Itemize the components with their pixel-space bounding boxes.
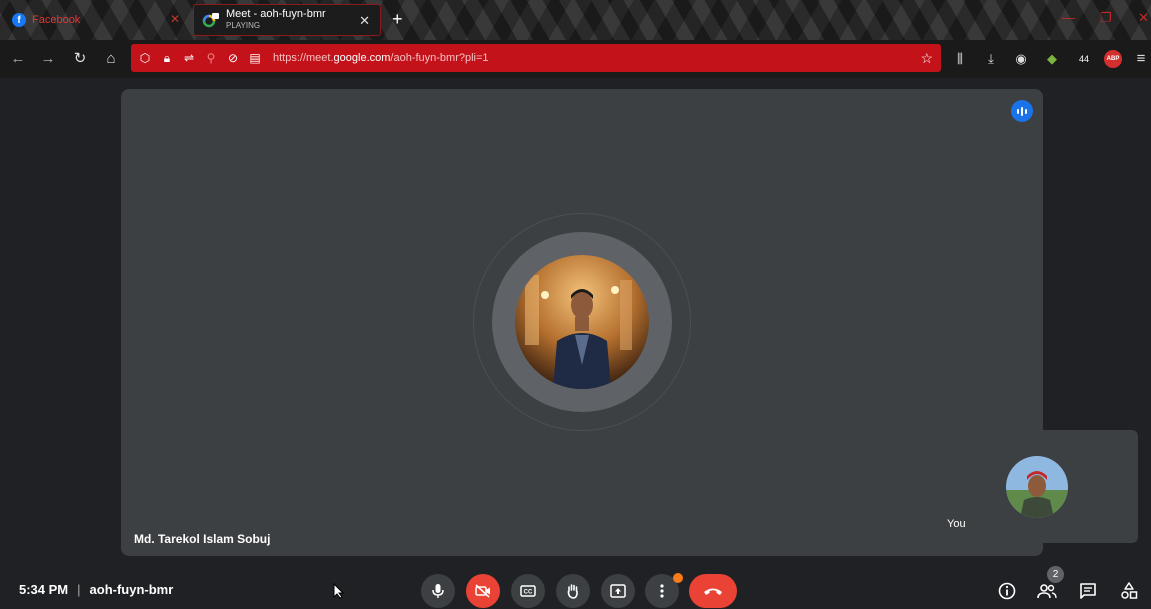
meeting-info-button[interactable] [995, 579, 1019, 603]
close-window-icon[interactable]: ✕ [1138, 10, 1149, 26]
mouse-cursor-icon [333, 583, 345, 599]
restore-icon[interactable]: ❐ [1100, 10, 1112, 26]
raise-hand-icon [567, 584, 578, 599]
meeting-time: 5:34 PM [19, 582, 69, 597]
avatar [1006, 456, 1068, 518]
tab-title: Meet - aoh-fuyn-bmr [226, 8, 326, 20]
lock-icon[interactable]: 🔒︎ [159, 51, 175, 66]
facebook-icon: f [12, 13, 26, 27]
self-label: You [947, 518, 966, 530]
camera-toggle-button[interactable] [466, 574, 500, 608]
tab-playing-label: PLAYING [226, 21, 261, 30]
forward-icon[interactable]: → [38, 50, 58, 68]
camera-blocked-icon[interactable]: ⊘ [225, 51, 241, 65]
hang-up-icon [704, 588, 722, 595]
permissions-icon[interactable]: ⇌ [181, 51, 197, 65]
url-text: https://meet.google.com/aoh-fuyn-bmr?pli… [273, 52, 489, 64]
google-meet-icon [202, 11, 220, 29]
main-participant-tile: Md. Tarekol Islam Sobuj [121, 89, 1043, 556]
address-bar[interactable]: ⬡ 🔒︎ ⇌ ⚲ ⊘ ▤ https://meet.google.com/aoh… [131, 44, 941, 72]
captions-icon: CC [520, 585, 536, 597]
new-tab-button[interactable]: + [392, 10, 403, 28]
download-icon[interactable]: ⤓ [982, 50, 1000, 68]
present-screen-icon [610, 584, 626, 598]
meeting-code[interactable]: aoh-fuyn-bmr [90, 582, 174, 597]
people-icon [1037, 584, 1057, 599]
avatar [515, 255, 649, 389]
extension-leaf-icon[interactable]: ◆ [1043, 50, 1061, 68]
leave-call-button[interactable] [689, 574, 737, 608]
more-options-icon [660, 584, 664, 598]
reader-icon[interactable]: ▤ [247, 51, 263, 65]
speaking-indicator-icon [1011, 100, 1033, 122]
location-icon[interactable]: ⚲ [203, 51, 219, 65]
microphone-icon [432, 584, 444, 598]
tab-meet[interactable]: Meet - aoh-fuyn-bmr PLAYING ✕ [193, 4, 381, 36]
reload-icon[interactable]: ↻ [70, 50, 90, 68]
profile-extension-icon[interactable]: ◉ [1012, 50, 1030, 68]
chat-button[interactable] [1076, 579, 1100, 603]
back-icon[interactable]: ← [8, 50, 28, 68]
divider: | [77, 582, 81, 597]
extension-badge[interactable]: 44 [1075, 50, 1093, 68]
activities-icon [1121, 582, 1138, 599]
captions-button[interactable]: CC [511, 574, 545, 608]
close-icon[interactable]: ✕ [359, 13, 370, 29]
minimize-icon[interactable]: — [1062, 10, 1075, 25]
menu-icon[interactable]: ≡ [1132, 50, 1150, 68]
activities-button[interactable] [1117, 579, 1141, 603]
camera-off-icon [475, 584, 490, 598]
home-icon[interactable]: ⌂ [101, 50, 121, 68]
close-icon[interactable]: ✕ [170, 12, 180, 26]
bookmark-star-icon[interactable]: ☆ [920, 50, 933, 67]
microphone-button[interactable] [421, 574, 455, 608]
shield-icon[interactable]: ⬡ [137, 51, 153, 65]
participant-name: Md. Tarekol Islam Sobuj [134, 532, 271, 546]
tab-facebook[interactable]: f Facebook ✕ [4, 4, 190, 36]
adblock-plus-icon[interactable]: ABP [1104, 50, 1122, 68]
info-icon [998, 582, 1016, 600]
tab-title: Facebook [32, 14, 81, 26]
raise-hand-button[interactable] [556, 574, 590, 608]
chat-icon [1080, 583, 1096, 599]
library-icon[interactable]: ⫼ [951, 50, 969, 68]
navigation-bar: ← → ↻ ⌂ ⬡ 🔒︎ ⇌ ⚲ ⊘ ▤ https://meet.google… [0, 40, 1151, 78]
meeting-details: 5:34 PM | aoh-fuyn-bmr [19, 582, 173, 597]
svg-text:CC: CC [524, 590, 533, 596]
browser-tab-bar: f Facebook ✕ Meet - aoh-fuyn-bmr PLAYING… [0, 0, 1151, 40]
self-view-tile[interactable]: You [937, 430, 1138, 543]
people-button[interactable] [1035, 579, 1059, 603]
notification-dot [673, 573, 683, 583]
present-screen-button[interactable] [601, 574, 635, 608]
